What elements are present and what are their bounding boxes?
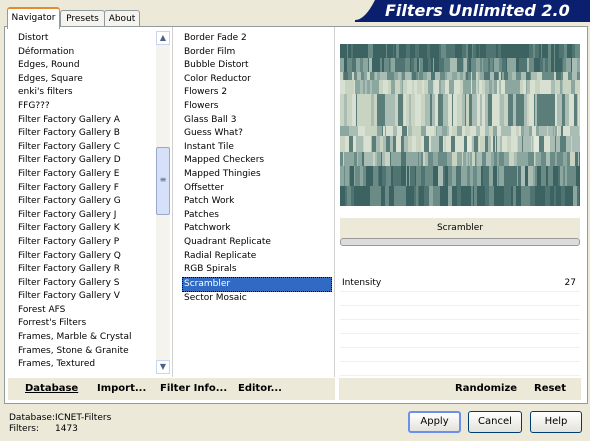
param-row-empty — [340, 292, 580, 306]
category-item[interactable]: Déformation — [16, 46, 156, 60]
category-item[interactable]: Filter Factory Gallery A — [16, 114, 156, 128]
filter-item[interactable]: Quadrant Replicate — [182, 236, 332, 250]
filter-info-button[interactable]: Filter Info... — [160, 382, 227, 396]
category-item[interactable]: Forrest's Filters — [16, 317, 156, 331]
list-divider — [172, 27, 173, 377]
category-item[interactable]: Edges, Round — [16, 59, 156, 73]
filter-item[interactable]: Offsetter — [182, 182, 332, 196]
param-row-empty — [340, 334, 580, 348]
category-item[interactable]: Frames, Textured — [16, 358, 156, 372]
category-item[interactable]: Filter Factory Gallery J — [16, 209, 156, 223]
category-item[interactable]: Filter Factory Gallery K — [16, 222, 156, 236]
filter-item[interactable]: Sector Mosaic — [182, 292, 332, 306]
tab-navigator[interactable]: Navigator — [7, 7, 60, 29]
param-row-empty — [340, 306, 580, 320]
filters-count-value: 1473 — [55, 424, 78, 434]
param-row[interactable]: Intensity 27 — [340, 278, 580, 292]
preview-image — [340, 44, 580, 206]
filter-list[interactable]: Border Fade 2 Border Film Bubble Distort Co… — [182, 32, 332, 306]
scroll-down-icon[interactable]: ▼ — [156, 360, 170, 374]
category-item[interactable]: Frames, Stone & Granite — [16, 345, 156, 359]
reset-button[interactable]: Reset — [534, 382, 566, 396]
filter-item[interactable]: Glass Ball 3 — [182, 114, 332, 128]
filter-item[interactable]: Patchwork — [182, 222, 332, 236]
category-item[interactable]: Filter Factory Gallery Q — [16, 250, 156, 264]
category-item[interactable]: Filter Factory Gallery B — [16, 127, 156, 141]
randomize-button[interactable]: Randomize — [455, 382, 517, 396]
database-button[interactable]: Database — [25, 382, 78, 396]
param-row-empty — [340, 320, 580, 334]
import-button[interactable]: Import... — [97, 382, 146, 396]
param-row-empty — [340, 348, 580, 362]
category-item[interactable]: Filter Factory Gallery G — [16, 195, 156, 209]
progress-bar — [340, 238, 580, 246]
category-item[interactable]: Frames, Marble & Crystal — [16, 331, 156, 345]
cancel-button[interactable]: Cancel — [468, 411, 522, 433]
filter-item[interactable]: Mapped Checkers — [182, 154, 332, 168]
filter-item[interactable]: Guess What? — [182, 127, 332, 141]
category-item[interactable]: Filter Factory Gallery C — [16, 141, 156, 155]
category-item[interactable]: Filter Factory Gallery P — [16, 236, 156, 250]
database-value: ICNET-Filters — [55, 413, 112, 423]
category-item[interactable]: Filter Factory Gallery D — [16, 154, 156, 168]
category-item[interactable]: Filter Factory Gallery S — [16, 277, 156, 291]
filter-item[interactable]: Border Fade 2 — [182, 32, 332, 46]
category-item[interactable]: Forest AFS — [16, 304, 156, 318]
apply-button[interactable]: Apply — [408, 411, 461, 433]
filter-item[interactable]: Color Reductor — [182, 73, 332, 87]
category-item[interactable]: Filter Factory Gallery F — [16, 182, 156, 196]
filter-name: Scrambler — [436, 223, 484, 233]
category-item[interactable]: Filter Factory Gallery E — [16, 168, 156, 182]
filter-item[interactable]: Instant Tile — [182, 141, 332, 155]
list-divider-right — [334, 27, 335, 377]
filter-item[interactable]: Patches — [182, 209, 332, 223]
scroll-up-icon[interactable]: ▲ — [156, 31, 170, 45]
filter-item[interactable]: Patch Work — [182, 195, 332, 209]
filter-item[interactable]: RGB Spirals — [182, 263, 332, 277]
help-button[interactable]: Help — [530, 411, 582, 433]
category-item[interactable]: enki's filters — [16, 86, 156, 100]
param-value: 27 — [564, 278, 576, 288]
banner-title: Filters Unlimited 2.0 — [385, 1, 570, 20]
filter-item[interactable]: Bubble Distort — [182, 59, 332, 73]
filter-item[interactable]: Radial Replicate — [182, 250, 332, 264]
category-item[interactable]: Distort — [16, 32, 156, 46]
filter-item[interactable]: Flowers 2 — [182, 86, 332, 100]
filters-count-label: Filters: — [9, 424, 40, 434]
category-item[interactable]: Filter Factory Gallery V — [16, 290, 156, 304]
category-list[interactable]: Distort Déformation Edges, Round Edges, Squ… — [16, 32, 156, 372]
category-item[interactable]: Filter Factory Gallery R — [16, 263, 156, 277]
param-label: Intensity — [342, 278, 382, 288]
category-scrollbar[interactable]: ▲ ≡ ▼ — [156, 31, 170, 374]
filter-item[interactable]: Mapped Thingies — [182, 168, 332, 182]
category-item[interactable]: FFG??? — [16, 100, 156, 114]
filter-item[interactable]: Flowers — [182, 100, 332, 114]
tab-presets[interactable]: Presets — [60, 10, 105, 27]
scroll-thumb[interactable]: ≡ — [156, 147, 170, 215]
param-row-empty — [340, 362, 580, 376]
category-item[interactable]: Edges, Square — [16, 73, 156, 87]
filter-item[interactable]: Scrambler — [182, 276, 332, 293]
tab-about[interactable]: About — [104, 10, 140, 27]
editor-button[interactable]: Editor... — [238, 382, 282, 396]
filter-item[interactable]: Border Film — [182, 46, 332, 60]
database-label: Database: — [9, 413, 55, 423]
